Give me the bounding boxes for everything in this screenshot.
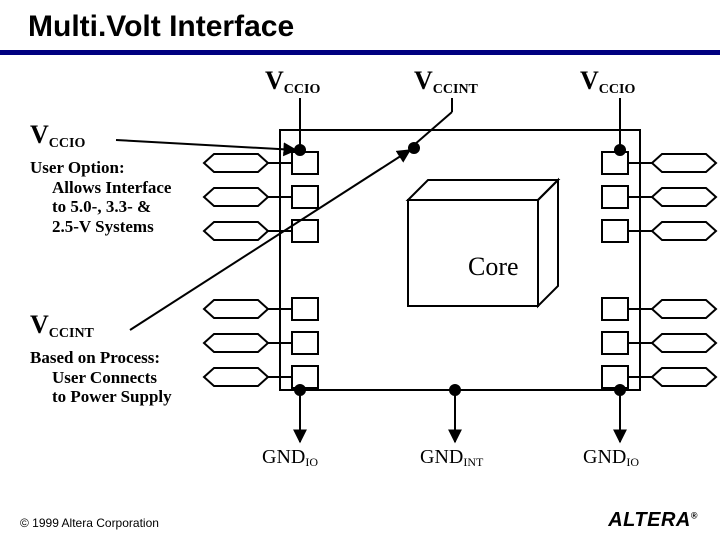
chip-diagram [0,0,720,540]
